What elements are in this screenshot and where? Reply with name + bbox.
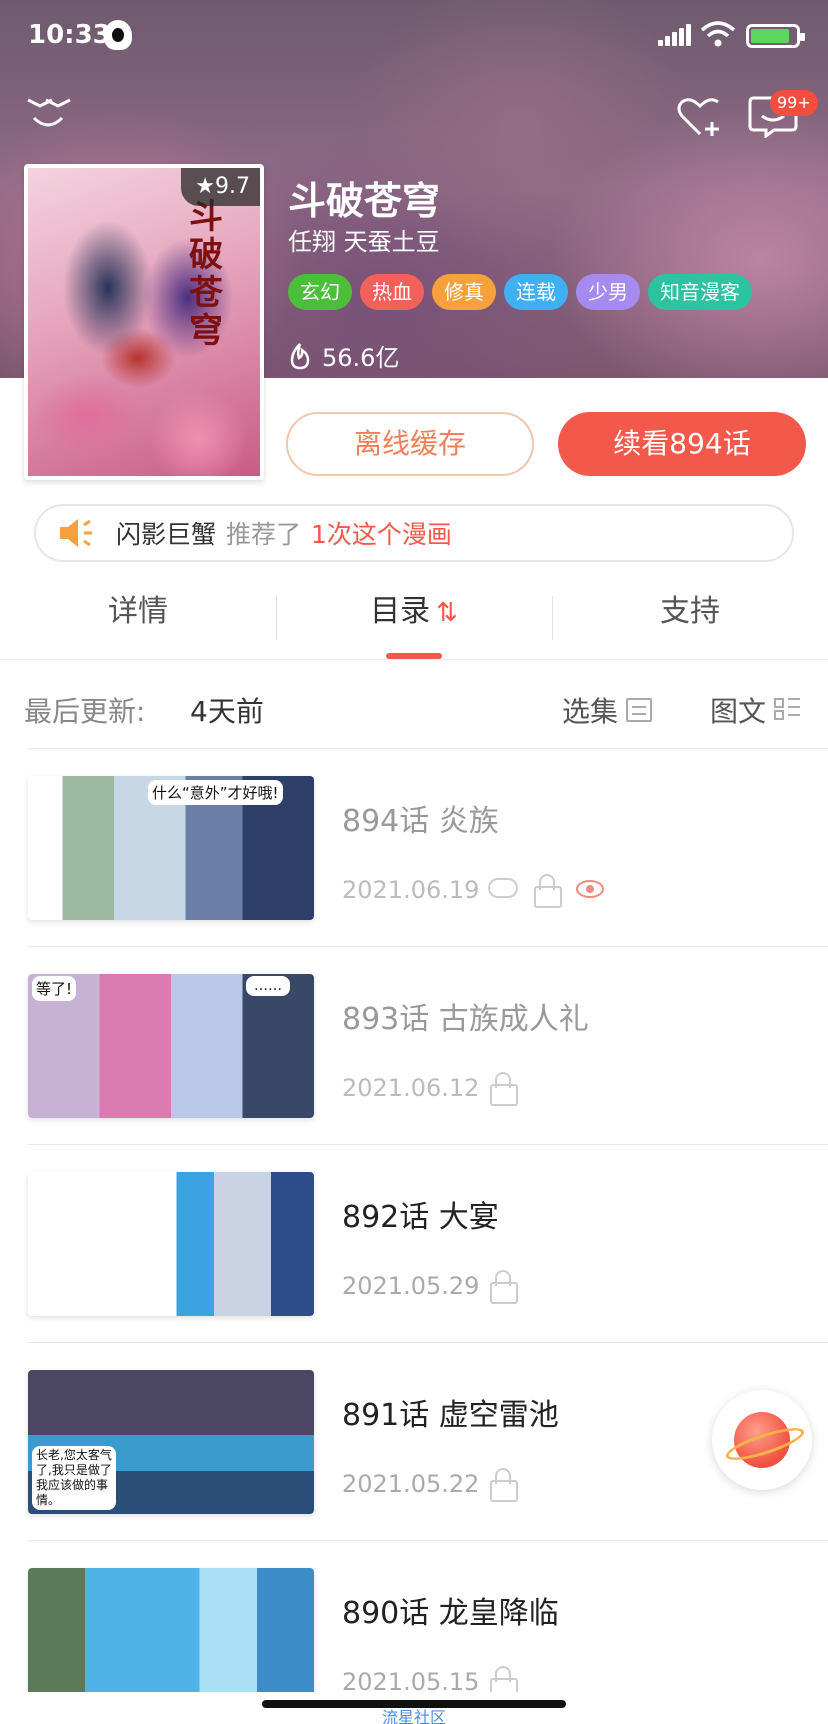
chapter-thumbnail (28, 1172, 314, 1316)
recommender-name: 闪影巨蟹 (116, 520, 217, 549)
chapter-title: 890话 龙皇降临 (342, 1596, 559, 1631)
offline-cache-button[interactable]: 离线缓存 (286, 412, 534, 476)
tag[interactable]: 知音漫客 (648, 274, 752, 310)
community-float-button[interactable] (712, 1390, 812, 1490)
recommendation-bar[interactable]: 闪影巨蟹 推荐了 1次这个漫画 (34, 504, 794, 562)
cover-title-art: 斗破苍穹 (189, 197, 223, 351)
comic-cover[interactable]: 斗破苍穹 ★9.7 (24, 164, 264, 480)
signal-icon (658, 24, 692, 46)
chapter-title: 894话 炎族 (342, 804, 499, 839)
message-badge: 99+ (770, 90, 818, 116)
popularity: 56.6亿 (288, 338, 399, 373)
chapter-date: 2021.06.19 (342, 876, 480, 904)
list-header: 最后更新: 4天前 选集 图文 (0, 672, 828, 748)
qq-icon (104, 20, 132, 50)
status-bar: 10:33 (0, 0, 828, 74)
battery-icon (746, 24, 805, 48)
chapter-item[interactable]: 什么“意外”才好哦! 894话 炎族 2021.06.19 (0, 750, 828, 948)
popularity-value: 56.6亿 (322, 344, 400, 372)
chapter-title: 891话 虚空雷池 (342, 1398, 559, 1433)
list-icon (626, 698, 653, 722)
tab-support[interactable]: 支持 (552, 582, 828, 659)
favorite-add-icon[interactable] (676, 94, 724, 138)
score-value: 9.7 (215, 174, 250, 199)
separator (28, 1540, 828, 1541)
comic-title: 斗破苍穹 (288, 179, 441, 223)
chapter-title: 893话 古族成人礼 (342, 1002, 589, 1037)
continue-reading-button[interactable]: 续看894话 (558, 412, 806, 476)
tab-divider (276, 596, 277, 640)
chapter-thumbnail: 什么“意外”才好哦! (28, 776, 314, 920)
footer-watermark: 流星社区 (382, 1708, 447, 1724)
chapter-date: 2021.05.22 (342, 1470, 480, 1498)
tag[interactable]: 连载 (504, 274, 568, 310)
tab-divider (552, 596, 553, 640)
unlock-icon (490, 1072, 518, 1106)
thumb-speech-bubble: …… (246, 976, 290, 996)
active-tab-indicator (386, 653, 442, 659)
chapter-item[interactable]: 长老,您太客气了,我只是做了我应该做的事情。 891话 虚空雷池 2021.05… (0, 1344, 828, 1542)
separator (28, 1144, 828, 1145)
chapter-thumbnail: 长老,您太客气了,我只是做了我应该做的事情。 (28, 1370, 314, 1514)
tag[interactable]: 热血 (360, 274, 424, 310)
unlock-icon (534, 874, 562, 908)
chapter-title: 892话 大宴 (342, 1200, 499, 1235)
tab-details[interactable]: 详情 (0, 582, 276, 659)
thumb-speech-bubble: 什么“意外”才好哦! (148, 780, 283, 805)
unlock-icon (490, 1270, 518, 1304)
comic-authors: 任翔 天蚕土豆 (288, 228, 440, 256)
unlock-icon (490, 1666, 518, 1692)
back-icon[interactable] (24, 92, 72, 136)
tab-label: 支持 (660, 594, 720, 629)
recommend-count: 1次这个漫画 (311, 520, 452, 549)
chapter-item[interactable]: 等了! …… 893话 古族成人礼 2021.06.12 (0, 948, 828, 1146)
thumb-speech-bubble: 等了! (32, 976, 77, 1001)
tab-label: 目录 (370, 594, 431, 629)
speaker-icon (60, 519, 92, 547)
separator (28, 946, 828, 947)
chapter-item[interactable]: 892话 大宴 2021.05.29 (0, 1146, 828, 1344)
tag[interactable]: 玄幻 (288, 274, 352, 310)
grid-icon (774, 698, 801, 722)
tag[interactable]: 少男 (576, 274, 640, 310)
tag-list: 玄幻 热血 修真 连载 少男 知音漫客 (288, 274, 752, 310)
view-mode-button[interactable]: 图文 (710, 690, 801, 730)
separator (28, 748, 828, 749)
chapter-thumbnail (28, 1568, 314, 1692)
tab-label: 详情 (108, 594, 168, 629)
read-marker-icon (576, 880, 604, 898)
chapter-date: 2021.05.15 (342, 1668, 480, 1692)
flame-icon (290, 342, 310, 369)
unlock-icon (490, 1468, 518, 1502)
select-episodes-label: 选集 (562, 695, 619, 728)
last-update-label: 最后更新: (24, 695, 146, 728)
chapter-date: 2021.05.29 (342, 1272, 480, 1300)
status-time: 10:33 (28, 20, 111, 50)
chapter-date: 2021.06.12 (342, 1074, 480, 1102)
tab-catalog[interactable]: 目录 ⇅ (276, 582, 552, 659)
thumb-speech-bubble: 长老,您太客气了,我只是做了我应该做的事情。 (32, 1446, 116, 1510)
wifi-icon (700, 21, 736, 47)
sort-icon[interactable]: ⇅ (436, 598, 458, 628)
recommend-text: 推荐了 (226, 520, 302, 549)
score-badge: ★9.7 (181, 168, 260, 206)
tab-bar: 详情 目录 ⇅ 支持 (0, 582, 828, 660)
view-mode-label: 图文 (710, 695, 767, 728)
chapter-item[interactable]: 890话 龙皇降临 2021.05.15 (0, 1542, 828, 1692)
tag[interactable]: 修真 (432, 274, 496, 310)
separator (28, 1342, 828, 1343)
select-episodes-button[interactable]: 选集 (562, 690, 653, 730)
chapter-thumbnail: 等了! …… (28, 974, 314, 1118)
download-icon[interactable] (488, 878, 518, 898)
last-update-value: 4天前 (190, 695, 264, 728)
